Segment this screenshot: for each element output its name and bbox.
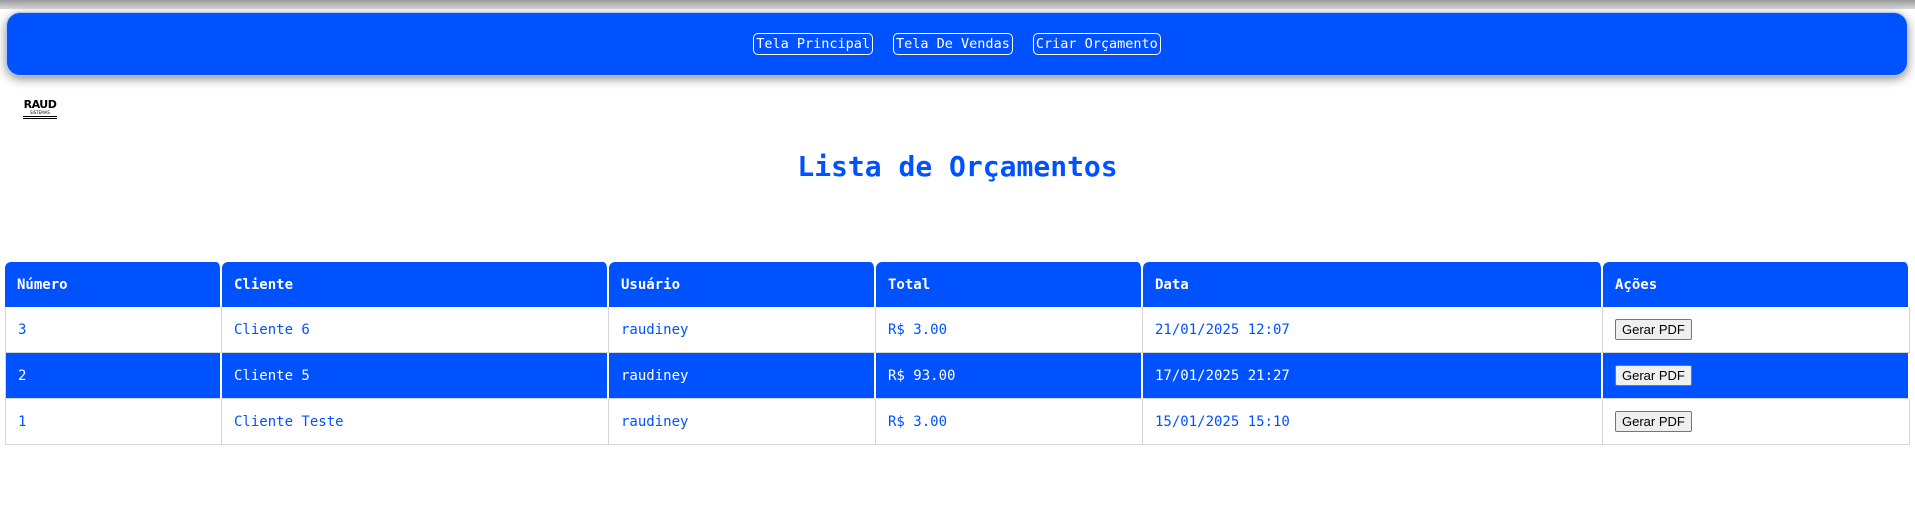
- top-navbar: Tela Principal Tela De Vendas Criar Orça…: [6, 12, 1908, 76]
- table-header-row: Número Cliente Usuário Total Data Ações: [5, 262, 1910, 307]
- table-row: 1 Cliente Teste raudiney R$ 3.00 15/01/2…: [5, 399, 1910, 445]
- cell-usuario: raudiney: [609, 307, 876, 353]
- page-title: Lista de Orçamentos: [797, 150, 1118, 183]
- cell-data: 15/01/2025 15:10: [1143, 399, 1603, 445]
- gerar-pdf-button[interactable]: Gerar PDF: [1615, 319, 1692, 340]
- cell-total: R$ 3.00: [876, 307, 1143, 353]
- logo-divider: [23, 118, 57, 119]
- browser-top-strip: [0, 0, 1915, 9]
- cell-acoes: Gerar PDF: [1603, 353, 1910, 399]
- cell-usuario: raudiney: [609, 399, 876, 445]
- cell-data: 21/01/2025 12:07: [1143, 307, 1603, 353]
- nav-tela-principal-button[interactable]: Tela Principal: [753, 33, 874, 55]
- cell-usuario: raudiney: [609, 353, 876, 399]
- cell-numero: 1: [5, 399, 222, 445]
- orcamentos-table: Número Cliente Usuário Total Data Ações …: [5, 262, 1910, 445]
- cell-total: R$ 93.00: [876, 353, 1143, 399]
- header-total: Total: [876, 262, 1143, 307]
- cell-cliente: Cliente 5: [222, 353, 609, 399]
- gerar-pdf-button[interactable]: Gerar PDF: [1615, 365, 1692, 386]
- header-cliente: Cliente: [222, 262, 609, 307]
- cell-numero: 3: [5, 307, 222, 353]
- header-numero: Número: [5, 262, 222, 307]
- cell-data: 17/01/2025 21:27: [1143, 353, 1603, 399]
- nav-tela-de-vendas-button[interactable]: Tela De Vendas: [893, 33, 1013, 55]
- table-row: 3 Cliente 6 raudiney R$ 3.00 21/01/2025 …: [5, 307, 1910, 353]
- logo-divider: [23, 116, 57, 117]
- header-usuario: Usuário: [609, 262, 876, 307]
- raud-logo: RAUD SISTEMAS: [22, 98, 58, 124]
- nav-criar-orcamento-button[interactable]: Criar Orçamento: [1032, 33, 1161, 55]
- gerar-pdf-button[interactable]: Gerar PDF: [1615, 411, 1692, 432]
- cell-acoes: Gerar PDF: [1603, 399, 1910, 445]
- header-data: Data: [1143, 262, 1603, 307]
- cell-cliente: Cliente 6: [222, 307, 609, 353]
- header-acoes: Ações: [1603, 262, 1910, 307]
- table-row: 2 Cliente 5 raudiney R$ 93.00 17/01/2025…: [5, 353, 1910, 399]
- logo-text: RAUD: [23, 98, 57, 111]
- cell-cliente: Cliente Teste: [222, 399, 609, 445]
- cell-total: R$ 3.00: [876, 399, 1143, 445]
- cell-numero: 2: [5, 353, 222, 399]
- logo-subtext: SISTEMAS: [30, 110, 50, 115]
- cell-acoes: Gerar PDF: [1603, 307, 1910, 353]
